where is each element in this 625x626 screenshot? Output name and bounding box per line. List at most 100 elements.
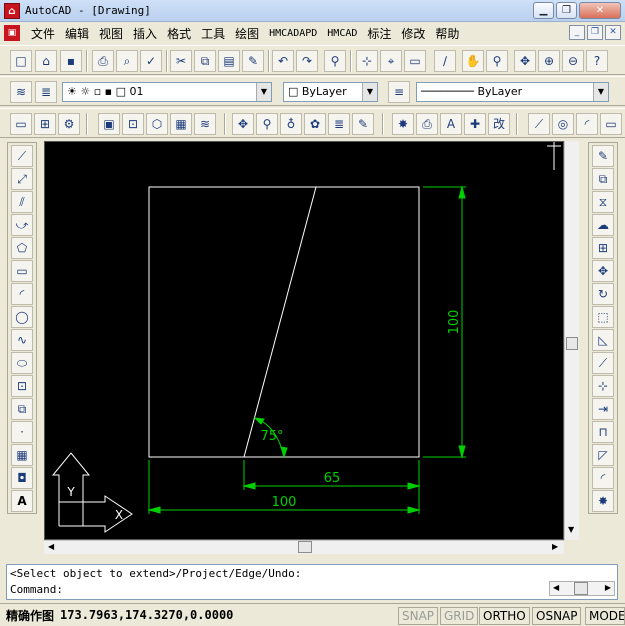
- cad-app-icon[interactable]: ⌂: [4, 2, 20, 19]
- horizontal-scroll-thumb[interactable]: [298, 541, 312, 553]
- scale-icon[interactable]: ⬚: [592, 306, 614, 328]
- doc-restore-button[interactable]: ❐: [587, 25, 603, 40]
- ellipse-icon[interactable]: ⬭: [11, 352, 33, 374]
- command-prompt[interactable]: Command:: [10, 583, 63, 596]
- stretch-icon[interactable]: ◺: [592, 329, 614, 351]
- menu-help[interactable]: 帮助: [430, 25, 464, 42]
- break-icon[interactable]: ⊓: [592, 421, 614, 443]
- snap-toggle[interactable]: SNAP: [398, 607, 439, 625]
- region-icon[interactable]: ◘: [11, 467, 33, 489]
- hm-pattern-icon[interactable]: ⬡: [146, 113, 168, 135]
- explode-icon[interactable]: ✸: [592, 490, 614, 512]
- color-dropdown[interactable]: □ ByLayer ▼: [283, 82, 378, 102]
- menu-hmcadapd[interactable]: HMCADAPD: [264, 28, 322, 39]
- chevron-down-icon[interactable]: ▼: [593, 83, 608, 101]
- document-icon[interactable]: ▣: [4, 25, 20, 41]
- hm-layer-icon[interactable]: ≣: [328, 113, 350, 135]
- line-icon[interactable]: ⟋: [11, 145, 33, 167]
- hm-stack-icon[interactable]: ≋: [194, 113, 216, 135]
- rectangle-icon[interactable]: ▭: [11, 260, 33, 282]
- move-icon[interactable]: ✥: [592, 260, 614, 282]
- menu-edit[interactable]: 编辑: [60, 25, 94, 42]
- menu-format[interactable]: 格式: [162, 25, 196, 42]
- multiline-text-icon[interactable]: A: [11, 490, 33, 512]
- redraw-icon[interactable]: ∕: [434, 50, 456, 72]
- command-window[interactable]: <Select object to extend>/Project/Edge/U…: [6, 564, 618, 600]
- hm-sym-icon[interactable]: ✿: [304, 113, 326, 135]
- grid-toggle[interactable]: GRID: [440, 607, 479, 625]
- spline-icon[interactable]: ∿: [11, 329, 33, 351]
- save-icon[interactable]: ▪: [60, 50, 82, 72]
- hm-tool-icon[interactable]: ⚙: [58, 113, 80, 135]
- menu-dimension[interactable]: 标注: [362, 25, 396, 42]
- pan-icon[interactable]: ✋: [462, 50, 484, 72]
- command-scrollbar[interactable]: ◀ ▶: [549, 581, 615, 596]
- command-scroll-thumb[interactable]: [574, 582, 588, 595]
- doc-minimize-button[interactable]: _: [569, 25, 585, 40]
- drawing-canvas[interactable]: 100 65 100 75° Y X: [44, 141, 564, 540]
- polyline-icon[interactable]: ⤻: [11, 214, 33, 236]
- rectangle-shape[interactable]: [148, 186, 420, 458]
- zoom-window-icon[interactable]: ⊕: [538, 50, 560, 72]
- zoom-previous-icon[interactable]: ⊖: [562, 50, 584, 72]
- construction-line-icon[interactable]: ⤢: [11, 168, 33, 190]
- hm-table-icon[interactable]: ▦: [170, 113, 192, 135]
- hm-block-icon[interactable]: ▣: [98, 113, 120, 135]
- print-icon[interactable]: ⎙: [92, 50, 114, 72]
- spellcheck-icon[interactable]: ✓: [140, 50, 162, 72]
- chevron-down-icon[interactable]: ▼: [256, 83, 271, 101]
- hm-pan-icon[interactable]: ✥: [232, 113, 254, 135]
- arc-icon[interactable]: ◜: [11, 283, 33, 305]
- copy-icon[interactable]: ⧉: [194, 50, 216, 72]
- chevron-down-icon[interactable]: ▼: [362, 83, 377, 101]
- hyperlink-icon[interactable]: ⚲: [324, 50, 346, 72]
- layer-manager-icon[interactable]: ≋: [10, 81, 32, 103]
- lengthen-icon[interactable]: ⟋: [592, 352, 614, 374]
- mirror-icon[interactable]: ⧖: [592, 191, 614, 213]
- polygon-icon[interactable]: ⬠: [11, 237, 33, 259]
- hm-explode-icon[interactable]: ✸: [392, 113, 414, 135]
- offset-icon[interactable]: ☁: [592, 214, 614, 236]
- help-icon[interactable]: ?: [586, 50, 608, 72]
- rectangle-tool-icon[interactable]: ▭: [600, 113, 622, 135]
- scroll-right-icon[interactable]: ▶: [605, 583, 611, 592]
- doc-close-button[interactable]: ✕: [605, 25, 621, 40]
- osnap-toggle[interactable]: OSNAP: [532, 607, 582, 625]
- restore-button[interactable]: ❐: [556, 2, 577, 19]
- circle-tool-icon[interactable]: ◎: [552, 113, 574, 135]
- extend-icon[interactable]: ⇥: [592, 398, 614, 420]
- point-icon[interactable]: ·: [11, 421, 33, 443]
- circle-icon[interactable]: ◯: [11, 306, 33, 328]
- hm-insert-icon[interactable]: ⊡: [122, 113, 144, 135]
- aerial-view-icon[interactable]: ✥: [514, 50, 536, 72]
- arc-tool-icon[interactable]: ◜: [576, 113, 598, 135]
- open-icon[interactable]: ⌂: [35, 50, 57, 72]
- linetype-dropdown[interactable]: ──────── ByLayer ▼: [416, 82, 609, 102]
- zoom-realtime-icon[interactable]: ⚲: [486, 50, 508, 72]
- ucs-icon[interactable]: ⌖: [380, 50, 402, 72]
- vertical-scrollbar[interactable]: ▼: [564, 141, 579, 540]
- redo-icon[interactable]: ↷: [296, 50, 318, 72]
- close-button[interactable]: ✕: [579, 2, 621, 19]
- scroll-right-icon[interactable]: ▶: [552, 542, 558, 551]
- minimize-button[interactable]: ▁: [533, 2, 554, 19]
- line-tool-icon[interactable]: ⟋: [528, 113, 550, 135]
- new-icon[interactable]: □: [10, 50, 32, 72]
- object-snap-icon[interactable]: ⊹: [356, 50, 378, 72]
- hm-brush-icon[interactable]: ✎: [352, 113, 374, 135]
- hm-zoom-icon[interactable]: ⚲: [256, 113, 278, 135]
- vertical-scroll-thumb[interactable]: [566, 337, 578, 350]
- make-block-icon[interactable]: ⧉: [11, 398, 33, 420]
- insert-block-icon[interactable]: ⊡: [11, 375, 33, 397]
- inquiry-icon[interactable]: ▭: [404, 50, 426, 72]
- copy-object-icon[interactable]: ⧉: [592, 168, 614, 190]
- fillet-icon[interactable]: ◜: [592, 467, 614, 489]
- hm-grid-icon[interactable]: ⊞: [34, 113, 56, 135]
- cut-icon[interactable]: ✂: [170, 50, 192, 72]
- menu-tools[interactable]: 工具: [196, 25, 230, 42]
- menu-modify[interactable]: 修改: [396, 25, 430, 42]
- trim-icon[interactable]: ⊹: [592, 375, 614, 397]
- make-object-layer-current-icon[interactable]: ≣: [35, 81, 57, 103]
- menu-view[interactable]: 视图: [94, 25, 128, 42]
- scroll-left-icon[interactable]: ◀: [48, 542, 54, 551]
